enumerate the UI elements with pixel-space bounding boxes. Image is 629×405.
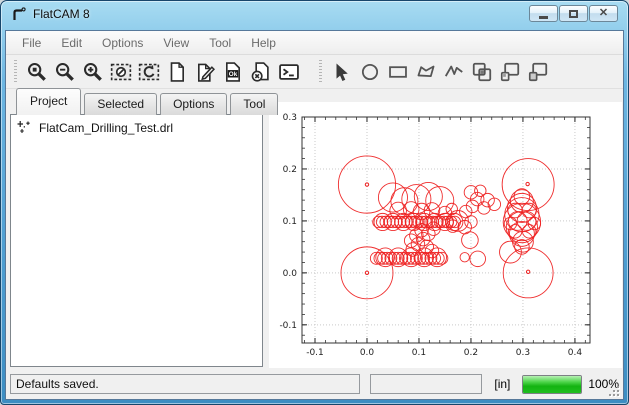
menu-view[interactable]: View (153, 32, 199, 54)
main-toolbar: Ok (6, 56, 623, 89)
replot-icon (138, 61, 160, 83)
zoom-fit-icon (26, 61, 48, 83)
tab-selected[interactable]: Selected (84, 93, 157, 115)
status-secondary-panel (370, 374, 483, 394)
resize-grip[interactable] (608, 385, 620, 397)
tree-item-drill-file[interactable]: FlatCam_Drilling_Test.drl (11, 115, 262, 140)
menu-options[interactable]: Options (92, 32, 153, 54)
zoom-in-icon (82, 61, 104, 83)
svg-text:0.0: 0.0 (360, 348, 375, 358)
left-panel-tabs: Project Selected Options Tool (16, 93, 281, 115)
progress-bar (522, 375, 582, 394)
svg-text:0.3: 0.3 (283, 113, 297, 123)
command-shell-button[interactable] (275, 58, 303, 86)
tab-tool[interactable]: Tool (230, 93, 278, 115)
svg-text:0.1: 0.1 (412, 348, 426, 358)
edit-file-icon (194, 61, 216, 83)
close-icon: ✕ (599, 8, 608, 19)
polygon-intersection-button[interactable] (496, 58, 524, 86)
save-ok-file-icon: Ok (222, 61, 244, 83)
status-bar: Defaults saved. [in] 100% (6, 370, 623, 398)
menu-edit[interactable]: Edit (51, 32, 92, 54)
svg-text:0.3: 0.3 (516, 348, 530, 358)
polygon-icon (415, 61, 437, 83)
menu-file[interactable]: File (12, 32, 51, 54)
rectangle-icon (387, 61, 409, 83)
select-arrow-icon (331, 61, 353, 83)
title-bar[interactable]: FlatCAM 8 ✕ (1, 1, 628, 30)
menu-bar: File Edit Options View Tool Help (6, 31, 623, 55)
plot-panel: -0.1 0.0 0.1 0.2 0.3 0.4 -0.1 0.0 0.1 0.2 0.3 (269, 102, 622, 368)
client-area: File Edit Options View Tool Help (5, 30, 624, 400)
maximize-button[interactable] (559, 5, 588, 22)
zoom-in-button[interactable] (79, 58, 107, 86)
flatcam-logo-icon (11, 6, 27, 22)
svg-text:0.1: 0.1 (283, 217, 297, 227)
draw-rectangle-button[interactable] (384, 58, 412, 86)
tab-options[interactable]: Options (160, 93, 227, 115)
delete-object-button[interactable] (247, 58, 275, 86)
flatcam-window: FlatCAM 8 ✕ File Edit Options View Tool … (0, 0, 629, 405)
clear-plot-icon (110, 61, 132, 83)
units-label: [in] (494, 377, 510, 391)
progress-fill (523, 376, 581, 393)
union-icon (471, 61, 493, 83)
new-file-icon (166, 61, 188, 83)
toolbar-drag-handle-2[interactable] (319, 60, 322, 84)
plot-canvas[interactable]: -0.1 0.0 0.1 0.2 0.3 0.4 -0.1 0.0 0.1 0.2 0.3 (269, 102, 622, 368)
polygon-subtract-button[interactable] (524, 58, 552, 86)
svg-text:0.4: 0.4 (568, 348, 583, 358)
circle-icon (359, 61, 381, 83)
menu-help[interactable]: Help (241, 32, 286, 54)
window-title: FlatCAM 8 (33, 7, 90, 21)
minimize-icon (539, 16, 548, 19)
project-tree: FlatCam_Drilling_Test.drl (10, 114, 263, 367)
path-icon (443, 61, 465, 83)
svg-text:-0.1: -0.1 (306, 348, 324, 358)
draw-path-button[interactable] (440, 58, 468, 86)
zoom-out-icon (54, 61, 76, 83)
drill-points-icon (17, 120, 32, 135)
maximize-icon (569, 10, 578, 18)
tab-project[interactable]: Project (16, 88, 81, 115)
menu-tool[interactable]: Tool (199, 32, 241, 54)
draw-polygon-button[interactable] (412, 58, 440, 86)
clear-plot-button[interactable] (107, 58, 135, 86)
delete-file-icon (250, 61, 272, 83)
intersection-icon (499, 61, 521, 83)
svg-text:0.2: 0.2 (464, 348, 478, 358)
svg-text:0.2: 0.2 (283, 165, 297, 175)
tree-item-label: FlatCam_Drilling_Test.drl (39, 121, 173, 135)
subtract-icon (527, 61, 549, 83)
status-message-panel: Defaults saved. (10, 374, 360, 394)
draw-circle-button[interactable] (356, 58, 384, 86)
svg-text:0.0: 0.0 (283, 269, 298, 279)
toolbar-drag-handle[interactable] (14, 60, 17, 84)
minimize-button[interactable] (529, 5, 558, 22)
save-project-button[interactable]: Ok (219, 58, 247, 86)
open-project-button[interactable] (191, 58, 219, 86)
close-button[interactable]: ✕ (589, 5, 618, 22)
svg-text:Ok: Ok (229, 71, 238, 78)
shell-icon (278, 61, 300, 83)
zoom-fit-button[interactable] (23, 58, 51, 86)
zoom-out-button[interactable] (51, 58, 79, 86)
svg-text:-0.1: -0.1 (279, 321, 297, 331)
replot-button[interactable] (135, 58, 163, 86)
status-message: Defaults saved. (16, 377, 99, 391)
polygon-union-button[interactable] (468, 58, 496, 86)
new-project-button[interactable] (163, 58, 191, 86)
select-tool-button[interactable] (328, 58, 356, 86)
